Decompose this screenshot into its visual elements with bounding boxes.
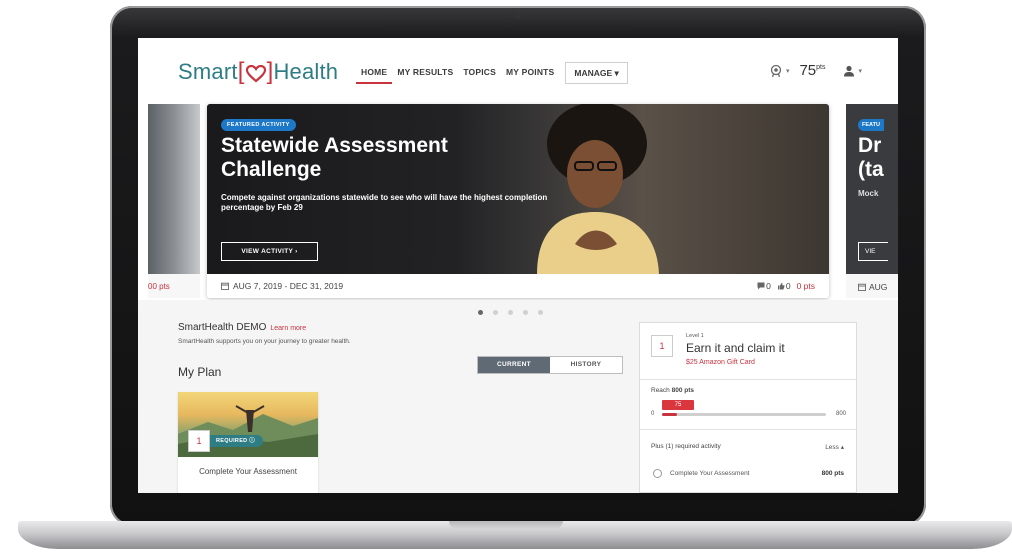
activity-radio[interactable] — [653, 469, 662, 478]
activity-carousel: 00 pts FEATURED ACTIVITY Statewide Asses… — [138, 104, 898, 298]
plan-tabs: CURRENT HISTORY — [477, 356, 623, 374]
logo-text-left: Smart — [178, 59, 238, 84]
laptop-mockup: Smart [ ] Health HOME MY RESULTS TOPICS … — [0, 0, 1012, 557]
featured-title: Statewide Assessment Challenge — [221, 134, 448, 181]
prev-card-points: 00 pts — [148, 282, 170, 291]
tab-history[interactable]: HISTORY — [550, 357, 622, 373]
featured-hero-image: FEATURED ACTIVITY Statewide Assessment C… — [207, 104, 829, 274]
carousel-card-prev[interactable]: 00 pts — [148, 104, 200, 298]
logo-bracket-open: [ — [237, 58, 245, 85]
heart-icon — [245, 63, 266, 83]
user-caret: ▾ — [858, 67, 862, 75]
top-header: Smart [ ] Health HOME MY RESULTS TOPICS … — [138, 38, 898, 98]
smarthealth-logo[interactable]: Smart [ ] Health — [178, 58, 338, 86]
carousel-card-next[interactable]: FEATU Dr (ta Mock VIE AUG — [846, 104, 898, 298]
user-icon — [844, 65, 855, 76]
thumbs-up-icon — [777, 282, 785, 290]
nav-my-points[interactable]: MY POINTS — [501, 62, 559, 84]
carousel-dot[interactable] — [538, 310, 543, 315]
points-badge-icon[interactable]: ▾ — [769, 64, 790, 78]
carousel-dot[interactable] — [523, 310, 528, 315]
program-name: SmartHealth DEMO Learn more — [178, 322, 307, 333]
less-toggle[interactable]: Less ▴ — [825, 443, 844, 451]
required-activity-title: Complete Your Assessment — [670, 470, 750, 477]
next-card-subtitle: Mock — [858, 189, 879, 198]
nav-my-results[interactable]: MY RESULTS — [392, 62, 458, 84]
info-icon: ⓘ — [249, 438, 256, 444]
plan-step-number: 1 — [188, 430, 210, 452]
reward-divider — [640, 429, 856, 430]
featured-activity-card[interactable]: FEATURED ACTIVITY Statewide Assessment C… — [207, 104, 829, 298]
woman-photo — [537, 104, 659, 274]
featured-description: Compete against organizations statewide … — [221, 193, 548, 212]
progress-min: 0 — [651, 411, 655, 417]
main-nav: HOME MY RESULTS TOPICS MY POINTS MANAGE … — [356, 62, 628, 84]
progress-value-tooltip: 75 — [662, 400, 694, 410]
app-screen: Smart [ ] Health HOME MY RESULTS TOPICS … — [138, 38, 898, 493]
reward-level-label: Level 1 — [686, 333, 704, 339]
program-tagline: SmartHealth supports you on your journey… — [178, 338, 351, 345]
learn-more-link[interactable]: Learn more — [270, 325, 306, 332]
comment-icon — [757, 282, 765, 290]
reward-header: 1 Level 1 Earn it and claim it $25 Amazo… — [640, 323, 856, 380]
points-total: 75pts — [799, 62, 825, 79]
points-progress-bar — [662, 413, 826, 416]
next-card-date: AUG — [858, 282, 887, 292]
reward-level-card: 1 Level 1 Earn it and claim it $25 Amazo… — [639, 322, 857, 493]
required-activity-item[interactable]: Complete Your Assessment — [653, 469, 750, 478]
tab-current[interactable]: CURRENT — [478, 357, 550, 373]
carousel-dots — [478, 310, 543, 315]
progress-max: 800 — [835, 411, 846, 417]
next-card-title: Dr (ta — [858, 134, 884, 181]
featured-stats: 0 0 0 pts — [757, 281, 815, 291]
logo-bracket-close: ] — [266, 58, 274, 85]
plan-card-title: Complete Your Assessment — [199, 467, 297, 476]
progress-bar-fill — [662, 413, 678, 416]
reward-gift: $25 Amazon Gift Card — [686, 359, 755, 366]
featured-date-range: AUG 7, 2019 - DEC 31, 2019 — [233, 281, 344, 291]
reward-level-number: 1 — [651, 335, 673, 357]
featured-badge: FEATURED ACTIVITY — [221, 119, 296, 131]
manage-dropdown[interactable]: MANAGE ▾ — [565, 62, 628, 84]
likes-count[interactable]: 0 — [777, 281, 791, 291]
reward-title: Earn it and claim it — [686, 341, 785, 355]
header-right: ▾ 75pts ▾ — [769, 62, 862, 79]
carousel-dot[interactable] — [493, 310, 498, 315]
required-activity-points: 800 pts — [821, 470, 844, 477]
view-activity-button[interactable]: VIEW ACTIVITY › — [221, 242, 318, 261]
reach-target: Reach 800 pts — [651, 387, 695, 394]
required-activity-label: Plus (1) required activity — [651, 443, 721, 450]
calendar-icon — [858, 283, 866, 291]
carousel-dot[interactable] — [478, 310, 483, 315]
next-card-button[interactable]: VIE — [858, 242, 888, 261]
dashboard-body: SmartHealth DEMO Learn more SmartHealth s… — [138, 300, 898, 493]
points-value: 75 — [799, 62, 817, 79]
calendar-icon — [221, 282, 229, 290]
featured-card-footer: AUG 7, 2019 - DEC 31, 2019 0 0 0 pts — [207, 274, 829, 298]
comments-count[interactable]: 0 — [757, 281, 771, 291]
next-card-badge: FEATU — [858, 119, 884, 131]
my-plan-heading: My Plan — [178, 365, 222, 379]
laptop-notch — [449, 521, 563, 529]
user-menu[interactable]: ▾ — [843, 65, 862, 77]
nav-home[interactable]: HOME — [356, 62, 393, 84]
nav-topics[interactable]: TOPICS — [458, 62, 501, 84]
plan-activity-card[interactable]: REQUIRED ⓘ 1 Complete Your Assessment — [178, 392, 318, 493]
points-unit: pts — [816, 64, 826, 71]
camera-dot — [516, 14, 521, 19]
featured-date: AUG 7, 2019 - DEC 31, 2019 — [221, 281, 343, 291]
points-caret: ▾ — [785, 67, 790, 75]
featured-points: 0 pts — [796, 281, 815, 291]
logo-text-right: Health — [273, 59, 339, 84]
carousel-dot[interactable] — [508, 310, 513, 315]
prev-card-image — [148, 104, 200, 274]
